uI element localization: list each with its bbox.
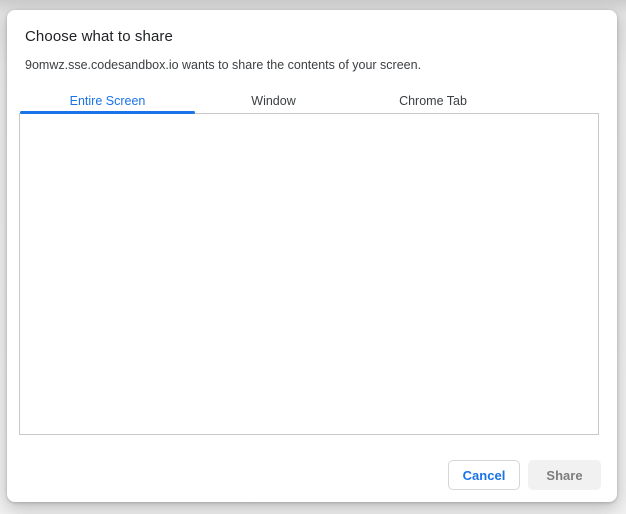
cancel-button[interactable]: Cancel: [448, 460, 520, 490]
sources-panel: [19, 113, 599, 435]
tab-entire-screen[interactable]: Entire Screen: [20, 88, 195, 114]
tab-entire-screen-label: Entire Screen: [70, 94, 146, 108]
tab-bar: Entire Screen Window Chrome Tab: [20, 88, 514, 114]
tab-window-label: Window: [251, 94, 295, 108]
tab-chrome-tab-label: Chrome Tab: [399, 94, 467, 108]
share-dialog: Choose what to share 9omwz.sse.codesandb…: [7, 10, 617, 502]
tab-chrome-tab[interactable]: Chrome Tab: [352, 88, 514, 114]
screen-share-picker: Choose what to share 9omwz.sse.codesandb…: [0, 0, 626, 514]
share-button[interactable]: Share: [528, 460, 601, 490]
tab-window[interactable]: Window: [195, 88, 352, 114]
dialog-title: Choose what to share: [25, 28, 173, 45]
dialog-subtitle: 9omwz.sse.codesandbox.io wants to share …: [25, 58, 421, 72]
